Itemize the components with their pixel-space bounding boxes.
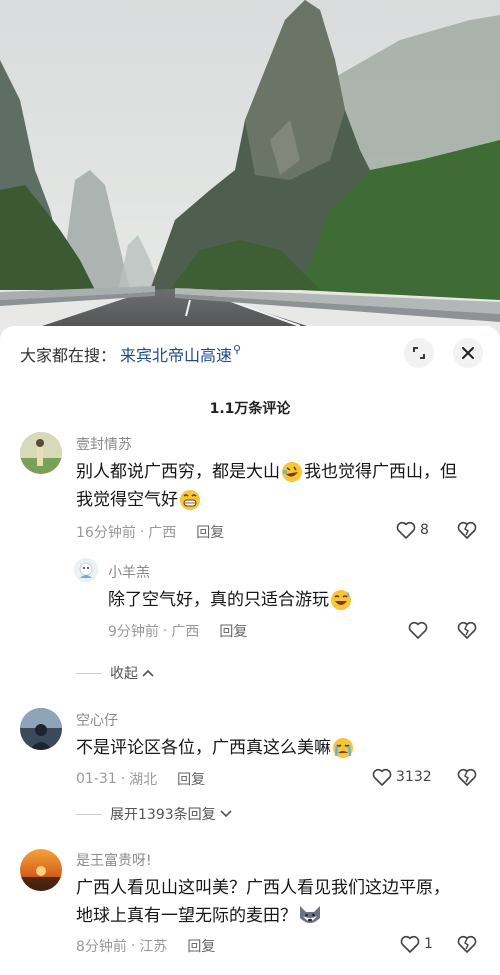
comment-meta: 9分钟前 · 广西 回复	[108, 621, 247, 641]
comment-text-part: 不是评论区各位，广西真这么美嘛	[76, 738, 331, 758]
comment-count: 1.1万条评论	[209, 401, 291, 417]
avatar[interactable]	[20, 708, 62, 750]
avatar[interactable]	[20, 849, 62, 891]
heart-icon	[408, 621, 428, 639]
comment-text-line: 广西人看见山这叫美？广西人看见我们这边平原，	[76, 878, 450, 898]
comment-text: 广西人看见山这叫美？广西人看见我们这边平原， 地球上真有一望无际的麦田？	[76, 874, 496, 930]
comment-text-part: 别人都说广西穷，都是大山	[76, 462, 280, 482]
comment-time: 8分钟前	[76, 939, 127, 955]
like-button[interactable]: 1	[400, 935, 433, 953]
comment-meta: 16分钟前 · 广西 回复	[76, 522, 224, 542]
meta-separator: ·	[139, 524, 145, 540]
username[interactable]: 小羊羔	[108, 562, 150, 582]
broken-heart-icon	[457, 768, 477, 786]
comment-text: 除了空气好，真的只适合游玩	[108, 586, 353, 614]
comment-time: 01-31	[76, 771, 117, 787]
username[interactable]: 空心仔	[76, 710, 118, 730]
comment-location: 江苏	[139, 939, 168, 955]
avatar-image	[20, 708, 62, 750]
meta-separator: ·	[130, 938, 136, 954]
broken-heart-icon	[457, 521, 477, 539]
comment-location: 广西	[171, 624, 200, 640]
like-count: 8	[420, 522, 429, 538]
avatar[interactable]	[74, 558, 98, 582]
comment-text: 不是评论区各位，广西真这么美嘛	[76, 734, 355, 762]
comment-time: 16分钟前	[76, 525, 136, 541]
reply-button[interactable]: 回复	[177, 769, 205, 789]
expand-label: 展开1393条回复	[110, 807, 216, 823]
grin-emoji-icon	[180, 490, 200, 510]
cry-emoji-icon	[333, 738, 353, 758]
chevron-down-icon	[220, 810, 232, 818]
collapse-replies-button[interactable]: 收起	[76, 663, 154, 683]
related-search[interactable]: 大家都在搜： 来宾北帝山高速 ⚲	[20, 342, 241, 366]
meta-separator: ·	[120, 771, 126, 787]
rofl-emoji-icon	[282, 462, 302, 482]
related-search-term[interactable]: 来宾北帝山高速	[120, 342, 232, 366]
broken-heart-icon	[457, 621, 477, 639]
reply-button[interactable]: 回复	[196, 522, 224, 542]
like-button[interactable]: 8	[396, 521, 429, 539]
comment-sheet: 大家都在搜： 来宾北帝山高速 ⚲ 1.1万条评论 壹封情苏 别人都说广西穷，都是…	[0, 326, 500, 975]
heart-icon	[396, 521, 416, 539]
sweat-smile-emoji-icon	[331, 590, 351, 610]
broken-heart-icon	[457, 935, 477, 953]
dislike-button[interactable]	[457, 621, 477, 643]
heart-icon	[372, 768, 392, 786]
fold-divider	[76, 672, 102, 674]
related-search-prefix: 大家都在搜：	[20, 346, 117, 365]
avatar-image	[74, 558, 98, 582]
comment-location: 广西	[148, 525, 177, 541]
reply-button[interactable]: 回复	[187, 936, 215, 956]
expand-replies-button[interactable]: 展开1393条回复	[76, 804, 232, 824]
karst-landscape-image	[0, 0, 500, 340]
comment-meta: 8分钟前 · 江苏 回复	[76, 936, 215, 956]
comment-location: 湖北	[129, 772, 158, 788]
expand-button[interactable]	[404, 338, 434, 368]
avatar-image	[20, 432, 62, 474]
dislike-button[interactable]	[457, 935, 477, 957]
search-icon: ⚲	[233, 342, 242, 356]
meta-separator: ·	[162, 623, 168, 639]
comment-text-part: 我也觉得广西山，但	[304, 462, 457, 482]
chevron-up-icon	[142, 669, 154, 677]
avatar-image	[20, 849, 62, 891]
comment-text-part: 地球上真有一望无际的麦田？	[76, 906, 297, 926]
comment-meta: 01-31 · 湖北 回复	[76, 769, 205, 789]
husky-emoji-icon	[300, 906, 320, 923]
like-count: 1	[424, 936, 433, 952]
like-count: 3132	[396, 769, 432, 785]
expand-icon	[413, 347, 425, 359]
dislike-button[interactable]	[457, 768, 477, 790]
reply-button[interactable]: 回复	[219, 621, 247, 641]
close-icon	[462, 347, 474, 359]
like-button[interactable]: 3132	[372, 768, 432, 786]
username[interactable]: 壹封情苏	[76, 434, 132, 454]
comment-text-part: 我觉得空气好	[76, 490, 178, 510]
fold-divider	[76, 813, 102, 815]
video-frame[interactable]	[0, 0, 500, 340]
close-button[interactable]	[453, 338, 483, 368]
comment-text-part: 除了空气好，真的只适合游玩	[108, 590, 329, 610]
heart-icon	[400, 935, 420, 953]
dislike-button[interactable]	[457, 521, 477, 543]
comment-text: 别人都说广西穷，都是大山 我也觉得广西山，但 我觉得空气好	[76, 458, 486, 514]
comment-time: 9分钟前	[108, 624, 159, 640]
like-button[interactable]	[408, 621, 428, 639]
avatar[interactable]	[20, 432, 62, 474]
username[interactable]: 是王富贵呀!	[76, 850, 152, 870]
collapse-label: 收起	[110, 666, 138, 682]
